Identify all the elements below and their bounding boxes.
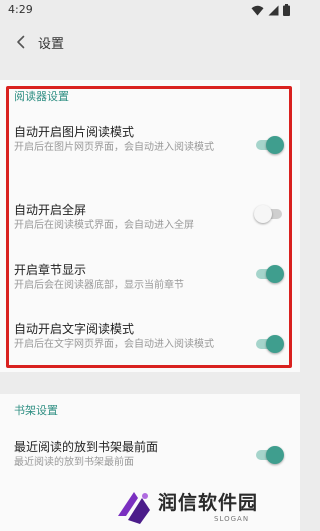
highlight-box: [6, 86, 292, 368]
wifi-icon: [251, 5, 264, 15]
setting-summary: 最近阅读的放到书架最前面: [14, 457, 134, 468]
recent-to-front-switch[interactable]: [254, 446, 284, 464]
setting-title: 最近阅读的放到书架最前面: [14, 440, 159, 454]
watermark-text: 润信软件园: [158, 492, 259, 514]
switch-thumb: [266, 446, 284, 464]
shelf-section-title: 书架设置: [14, 404, 58, 417]
page-title: 设置: [38, 37, 65, 52]
back-arrow-icon: [17, 35, 25, 49]
back-button[interactable]: [8, 28, 34, 56]
battery-icon: [283, 4, 290, 16]
status-bar: 4:29: [0, 0, 300, 22]
app-bar: 设置: [0, 22, 300, 62]
status-time: 4:29: [8, 3, 33, 16]
status-icons: [251, 4, 290, 16]
watermark-slogan: SLOGAN: [214, 515, 250, 523]
logo-icon: [118, 492, 150, 524]
setting-recent-to-front[interactable]: 最近阅读的放到书架最前面 最近阅读的放到书架最前面: [0, 438, 300, 472]
watermark: 润信软件园 SLOGAN: [110, 486, 300, 531]
signal-icon: [268, 5, 279, 15]
